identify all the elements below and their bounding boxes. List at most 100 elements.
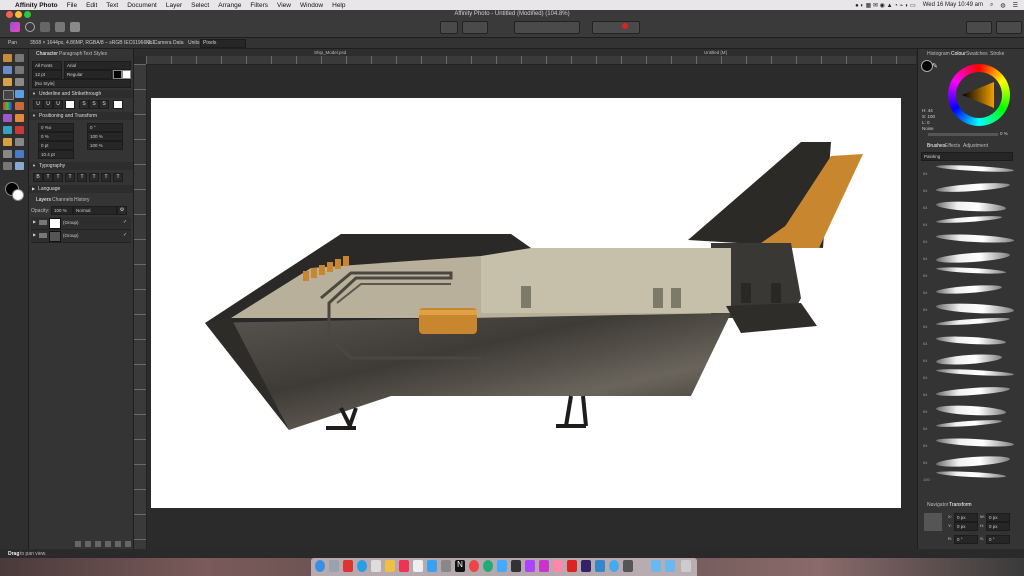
crop-tool-icon[interactable] — [15, 66, 24, 74]
affinity-photo-icon[interactable] — [539, 560, 549, 572]
brush-preset[interactable]: 64 — [920, 179, 1023, 195]
expand-icon[interactable]: ▶ — [33, 232, 36, 237]
spotify-icon[interactable] — [483, 560, 493, 572]
brush-category-select[interactable]: Painting — [921, 152, 1013, 161]
documents-folder-icon[interactable] — [665, 560, 675, 572]
colour-wheel[interactable] — [948, 64, 1010, 126]
opacity-field[interactable]: 100 % — [51, 206, 73, 215]
view-mode-button[interactable] — [440, 21, 458, 34]
brush-preset[interactable]: 64 — [920, 264, 1023, 280]
brush-preset[interactable]: 64 — [920, 383, 1023, 399]
transform-y-field[interactable]: 0 px — [954, 522, 978, 531]
expand-icon[interactable]: ▶ — [33, 219, 36, 224]
leading-field[interactable]: 10.4 pt — [38, 150, 74, 159]
document-canvas[interactable] — [151, 98, 901, 508]
safari-icon[interactable] — [357, 560, 367, 572]
mesh-warp-icon[interactable] — [3, 162, 12, 170]
paint-brush-icon[interactable] — [15, 102, 24, 110]
photos-icon[interactable] — [413, 560, 423, 572]
music-icon[interactable] — [399, 560, 409, 572]
tab-transform[interactable]: Transform — [949, 502, 972, 508]
brush-preset[interactable]: 64 — [920, 417, 1023, 433]
messages-icon[interactable] — [497, 560, 507, 572]
brush-preset[interactable]: 64 — [920, 366, 1023, 382]
snapping-magnet-icon[interactable] — [622, 23, 628, 29]
snapping-buttons[interactable] — [592, 21, 640, 34]
underline-swatch[interactable] — [65, 100, 75, 109]
launchpad-icon[interactable] — [329, 560, 339, 572]
layer-visibility-checkbox[interactable]: ✓ — [123, 219, 127, 225]
brush-preset[interactable]: 64 — [920, 451, 1023, 469]
healing-tool-icon[interactable] — [3, 138, 12, 146]
typography-button-5[interactable]: T — [77, 173, 87, 182]
layer-settings-icon[interactable]: ⚙ — [117, 206, 127, 215]
menu-select[interactable]: Select — [191, 2, 209, 9]
brush-preset[interactable]: 64 — [920, 162, 1023, 178]
minimize-window-button[interactable] — [15, 11, 22, 18]
dodge-tool-icon[interactable] — [3, 114, 12, 122]
transform-shear-field[interactable]: 0 ° — [986, 535, 1010, 544]
app-icon[interactable] — [553, 560, 563, 572]
brush-preset[interactable]: 64 — [920, 230, 1023, 246]
rotation-field[interactable]: 0 ° — [87, 123, 123, 132]
settings-icon[interactable] — [441, 560, 451, 572]
group-icon[interactable] — [115, 541, 121, 547]
text-highlight-swatch[interactable] — [122, 70, 131, 79]
develop-persona-icon[interactable] — [40, 22, 50, 32]
menubar-clock[interactable]: Wed 16 May 10:49 am — [923, 2, 983, 8]
liquify-persona-icon[interactable] — [25, 22, 35, 32]
layer-row[interactable]: ▶ (Group) ✓ — [31, 217, 131, 230]
typography-button-2[interactable]: T — [43, 173, 53, 182]
typography-button-4[interactable]: T — [65, 173, 75, 182]
tab-navigator[interactable]: Navigator — [927, 502, 948, 508]
tab-layers[interactable]: Layers — [36, 197, 51, 203]
strikethrough-button[interactable]: S — [79, 100, 89, 109]
menu-view[interactable]: View — [277, 2, 291, 9]
double-underline-button[interactable]: U — [43, 100, 53, 109]
underline-color-button[interactable]: U — [53, 100, 63, 109]
menu-document[interactable]: Document — [127, 2, 157, 9]
zoom-window-button[interactable] — [24, 11, 31, 18]
noise-slider[interactable] — [928, 133, 998, 136]
status-icons[interactable]: ● ◐ ▦ ✉ ◉ ▲ ◔ ⌁ ◗ ▭ — [855, 2, 916, 9]
brush-preset[interactable]: 64 — [920, 332, 1023, 348]
transform-w-field[interactable]: 0 px — [986, 513, 1010, 522]
tracking-field[interactable]: 0 % — [38, 132, 74, 141]
baseline-field[interactable]: 0 pt — [38, 141, 74, 150]
brush-preset[interactable]: 64 — [920, 281, 1023, 297]
section-language[interactable]: ▶ Language — [29, 185, 133, 193]
tab-text-styles[interactable]: Text Styles — [83, 51, 107, 57]
doc-tab-untitled[interactable]: Untitled [M] — [704, 50, 727, 55]
brush-preset[interactable]: 64 — [920, 247, 1023, 265]
tab-colour[interactable]: Colour — [951, 51, 966, 57]
tab-histogram[interactable]: Histogram — [927, 51, 950, 57]
brush-tool-icon[interactable] — [3, 78, 12, 86]
brush-preset[interactable]: 64 — [920, 400, 1023, 417]
brush-preset[interactable]: 64 — [920, 196, 1023, 213]
downloads-folder-icon[interactable] — [651, 560, 661, 572]
affinity-designer-icon[interactable] — [525, 560, 535, 572]
selection-mode-buttons[interactable] — [514, 21, 580, 34]
brush-preset[interactable]: 64 — [920, 349, 1023, 367]
terminal-icon[interactable] — [511, 560, 521, 572]
tab-adjustment[interactable]: Adjustment — [963, 143, 988, 149]
transform-x-field[interactable]: 0 px — [954, 513, 978, 522]
fx-icon[interactable] — [105, 541, 111, 547]
siri-icon[interactable]: ◍ — [1000, 2, 1005, 9]
view-tool-icon[interactable] — [15, 162, 24, 170]
fill-tool-icon[interactable] — [15, 90, 24, 98]
font-collection-select[interactable]: All Fonts — [32, 61, 62, 70]
brush-preset[interactable]: 64 — [920, 315, 1023, 331]
brush-list[interactable]: 64 64 64 64 64 64 64 64 64 64 64 64 64 64 64 64 64 64 100 — [918, 162, 1024, 492]
app-icon-3[interactable] — [609, 560, 619, 572]
section-underline[interactable]: ▼ Underline and Strikethrough — [29, 90, 133, 98]
tab-history[interactable]: History — [74, 197, 90, 203]
secondary-color-swatch[interactable] — [12, 189, 24, 201]
tab-stroke[interactable]: Stroke — [990, 51, 1004, 57]
tab-swatches[interactable]: Swatches — [966, 51, 988, 57]
zoom-tool-icon[interactable] — [3, 66, 12, 74]
brush-preset[interactable]: 100 — [920, 468, 1023, 484]
style-select[interactable]: [No Style] — [32, 79, 131, 88]
notion-icon[interactable]: N — [455, 560, 465, 572]
section-position[interactable]: ▼ Positioning and Transform — [29, 112, 133, 120]
